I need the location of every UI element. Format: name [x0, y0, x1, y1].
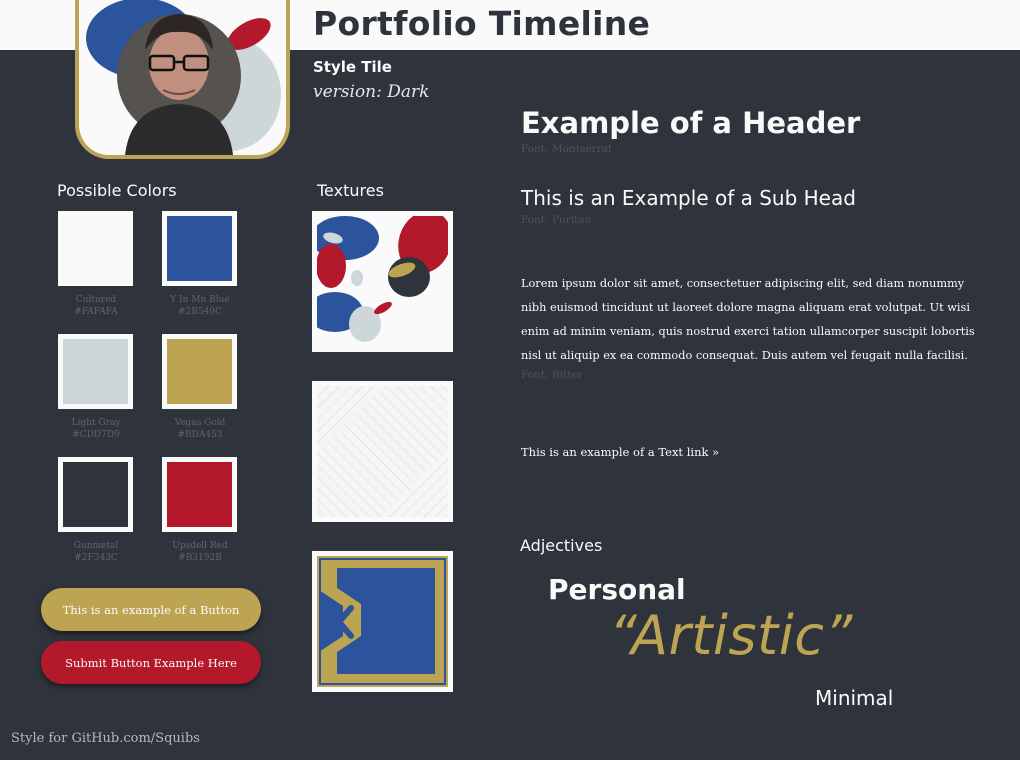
swatch-name: Cultured — [75, 295, 117, 305]
body-text-example: Lorem ipsum dolor sit amet, consectetuer… — [521, 277, 975, 362]
swatch-hex: #CDD7D9 — [72, 430, 120, 440]
swatch-hex: #2B549C — [178, 307, 222, 317]
color-swatch-light-gray — [58, 334, 133, 409]
texture-back-arrow — [312, 551, 453, 692]
swatch-hex: #BDA453 — [177, 430, 223, 440]
version-label: version: Dark — [313, 82, 430, 102]
swatch-name: Upsdell Red — [172, 541, 228, 551]
example-button[interactable]: This is an example of a Button — [41, 588, 261, 631]
body-font-note: Font: Bitter — [521, 369, 583, 381]
swatch-name: Gunmetal — [73, 541, 119, 551]
example-text-link[interactable]: This is an example of a Text link » — [521, 445, 719, 459]
textures-section-label: Textures — [317, 181, 384, 200]
swatch-hex: #2F343C — [74, 553, 118, 563]
adjective-minimal: Minimal — [815, 686, 894, 710]
footer-credit: Style for GitHub.com/Squibs — [11, 731, 200, 746]
adjective-personal: Personal — [548, 573, 686, 606]
header-font-note: Font: Montserrat — [521, 143, 613, 155]
avatar-illustration — [86, 0, 281, 155]
colors-section-label: Possible Colors — [57, 181, 177, 200]
color-swatch-gunmetal — [58, 457, 133, 532]
swatch-name: Y In Mn Blue — [170, 295, 230, 305]
swatch-hex: #B3192B — [178, 553, 222, 563]
texture-blobs — [312, 211, 453, 352]
texture-lines — [312, 381, 453, 522]
submit-button[interactable]: Submit Button Example Here — [41, 641, 261, 684]
color-swatch-y-in-mn-blue — [162, 211, 237, 286]
subhead-font-note: Font: Puritan — [521, 214, 592, 226]
style-tile-page: Portfolio Timeline Style Tile version: D… — [0, 0, 1020, 760]
color-swatch-upsdell-red — [162, 457, 237, 532]
swatch-name: Light Gray — [71, 418, 121, 428]
adjective-artistic: “Artistic” — [609, 604, 853, 667]
example-subhead: This is an Example of a Sub Head — [521, 186, 856, 210]
color-swatch-vegas-gold — [162, 334, 237, 409]
page-title: Portfolio Timeline — [313, 4, 651, 43]
avatar — [75, 0, 290, 159]
adjectives-section-label: Adjectives — [520, 536, 603, 555]
swatch-name: Vegas Gold — [174, 418, 226, 428]
style-tile-label: Style Tile — [313, 58, 392, 76]
swatch-hex: #FAFAFA — [74, 307, 118, 317]
color-swatch-cultured — [58, 211, 133, 286]
example-header: Example of a Header — [521, 106, 861, 140]
